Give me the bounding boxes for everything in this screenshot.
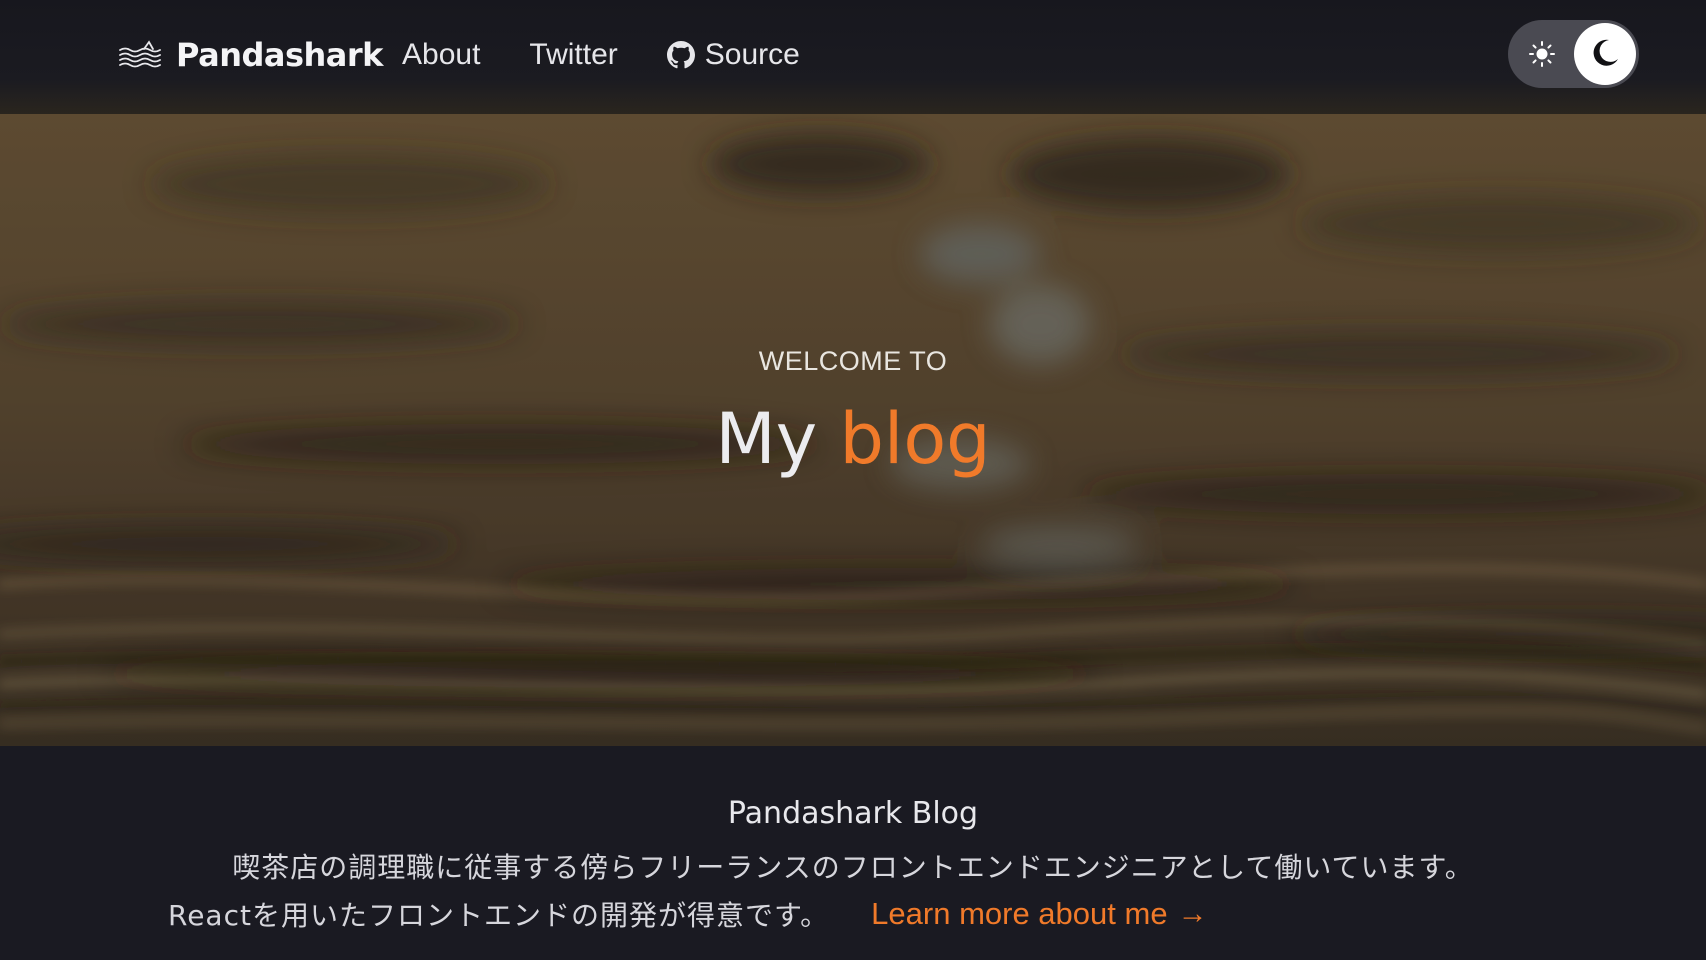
nav-link-source-label: Source <box>704 38 800 71</box>
moon-icon <box>1589 37 1621 69</box>
theme-toggle[interactable] <box>1508 20 1639 88</box>
nav-link-twitter[interactable]: Twitter <box>529 38 617 72</box>
hero-title: My blog <box>0 399 1706 479</box>
intro-description-line1: 喫茶店の調理職に従事する傍らフリーランスのフロントエンドエンジニアとして働いてい… <box>232 851 1474 884</box>
nav-link-source[interactable]: Source <box>666 38 800 72</box>
hero-content: WELCOME TO My blog <box>0 346 1706 479</box>
hero-kicker: WELCOME TO <box>758 346 948 376</box>
intro-title: Pandashark Blog <box>727 796 979 831</box>
hero-banner: WELCOME TO My blog <box>0 114 1706 746</box>
intro-section: Pandashark Blog 喫茶店の調理職に従事する傍らフリーランスのフロン… <box>0 746 1706 960</box>
hero-title-highlight: blog <box>839 398 991 480</box>
nav-link-about[interactable]: About <box>402 38 480 72</box>
intro-description-line2: Reactを用いたフロントエンドの開発が得意です。 <box>168 899 830 932</box>
brand-name: Pandashark <box>176 36 383 74</box>
learn-more-label: Learn more about me <box>871 896 1168 931</box>
hero-title-part1: My <box>715 398 840 480</box>
arrow-right-icon: → <box>1177 897 1208 930</box>
sun-icon <box>1528 40 1556 68</box>
github-icon <box>666 41 695 69</box>
brand-home-link[interactable]: Pandashark <box>118 30 383 80</box>
learn-more-link[interactable]: Learn more about me → <box>871 896 1207 932</box>
site-header: Pandashark About Twitter Source <box>0 0 1706 114</box>
main-nav: About Twitter Source <box>402 30 849 80</box>
intro-description-line2-row: Reactを用いたフロントエンドの開発が得意です。 Learn more abo… <box>168 894 1208 934</box>
toggle-knob[interactable] <box>1574 23 1636 85</box>
waves-logo-icon <box>118 40 162 70</box>
